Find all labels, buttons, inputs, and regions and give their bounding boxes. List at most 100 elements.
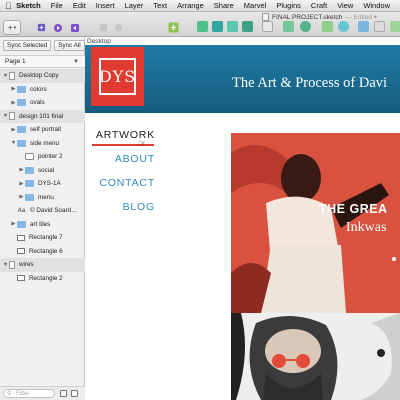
search-icon: ⚲ — [7, 391, 12, 397]
layer-label: art tiles — [30, 220, 51, 228]
subtract-icon[interactable] — [212, 21, 223, 32]
mirror-icon[interactable] — [358, 21, 369, 32]
disclosure-collapsed-icon[interactable]: ▶ — [18, 194, 25, 200]
menu-text[interactable]: Text — [153, 1, 167, 10]
layer-row-david-soard[interactable]: Aa © David Soard… — [0, 204, 85, 218]
layer-row-pointer-2[interactable]: pointer 2 — [0, 150, 85, 164]
sync-all-button[interactable]: Sync All — [54, 40, 85, 51]
layer-row-social[interactable]: ▶ social — [0, 164, 85, 178]
forward-button[interactable] — [51, 20, 65, 35]
layer-row-rectangle-2[interactable]: Rectangle 2 — [0, 272, 85, 286]
layer-label: colors — [30, 85, 47, 93]
layer-label: social — [38, 166, 55, 174]
layer-row-ovals[interactable]: ▶ ovals — [0, 96, 85, 110]
layer-row-colors[interactable]: ▶ colors — [0, 83, 85, 97]
intersect-icon[interactable] — [227, 21, 238, 32]
union-icon[interactable] — [197, 21, 208, 32]
menu-bar:  Sketch File Edit Insert Layer Text Arr… — [0, 0, 400, 12]
disclosure-expanded-icon[interactable]: ▼ — [2, 113, 9, 119]
sidebar-footer: ⚲ Filter — [0, 386, 85, 400]
disclosure-collapsed-icon[interactable]: ▶ — [10, 221, 17, 227]
layer-label: menu — [38, 193, 54, 201]
menu-marvel[interactable]: Marvel — [244, 1, 267, 10]
disclosure-expanded-icon[interactable]: ▼ — [2, 262, 9, 268]
mask-button[interactable] — [112, 20, 124, 35]
nav-about[interactable]: ABOUT — [85, 153, 155, 177]
window-title: FINAL PROJECT.sketch — Edited ▾ — [262, 13, 377, 21]
menu-plugins[interactable]: Plugins — [276, 1, 301, 10]
artboard-icon — [9, 112, 15, 121]
preview-icon[interactable] — [338, 21, 349, 32]
layer-label: self portrait — [30, 126, 62, 134]
rectangle-icon — [17, 234, 25, 241]
layer-row-rectangle-7[interactable]: Rectangle 7 — [0, 231, 85, 245]
artboard-label[interactable]: Desktop — [87, 38, 111, 45]
disclosure-expanded-icon[interactable]: ▼ — [2, 73, 9, 79]
difference-icon[interactable] — [242, 21, 253, 32]
menu-view[interactable]: View — [337, 1, 353, 10]
layer-row-art-tiles[interactable]: ▶ art tiles — [0, 218, 85, 232]
sync-selected-button[interactable]: Sync Selected — [3, 40, 52, 51]
disclosure-collapsed-icon[interactable]: ▶ — [10, 86, 17, 92]
disclosure-collapsed-icon[interactable]: ▶ — [18, 167, 25, 173]
copy-icon[interactable] — [60, 390, 67, 397]
menu-arrange[interactable]: Arrange — [177, 1, 204, 10]
menu-file[interactable]: File — [51, 1, 63, 10]
layers-panel: Sync Selected Sync All Page 1 ▼ ▼ Desktop… — [0, 37, 85, 400]
menu-insert[interactable]: Insert — [96, 1, 115, 10]
backward-icon — [71, 23, 79, 32]
filter-input[interactable]: ⚲ Filter — [3, 389, 55, 398]
menu-layer[interactable]: Layer — [125, 1, 144, 10]
create-symbol-button[interactable] — [35, 20, 47, 35]
second-artwork-tile[interactable] — [231, 313, 400, 400]
edit-icon[interactable] — [71, 390, 78, 397]
layer-row-wires[interactable]: ▼ wires — [0, 258, 85, 272]
chevron-down-icon: ▼ — [73, 59, 79, 65]
canvas[interactable]: Desktop DYS The Art & Process of Davi AR… — [85, 37, 400, 400]
site-header[interactable]: DYS The Art & Process of Davi — [85, 45, 400, 113]
sync-controls: Sync Selected Sync All — [3, 40, 85, 51]
backward-button[interactable] — [68, 20, 82, 35]
nav-blog[interactable]: BLOG — [85, 201, 155, 225]
layer-row-dys-1a[interactable]: ▶ DYS-1A — [0, 177, 85, 191]
menu-edit[interactable]: Edit — [73, 1, 86, 10]
insert-button[interactable]: + ▾ — [3, 20, 21, 35]
pointer-cursor-icon: ☞ — [138, 138, 147, 148]
edit-icon[interactable] — [262, 21, 273, 32]
site-logo[interactable]: DYS — [91, 47, 144, 106]
export-icon[interactable] — [390, 21, 400, 32]
layer-row-rectangle-6[interactable]: Rectangle 6 — [0, 245, 85, 259]
apple-menu-icon[interactable]:  — [5, 1, 16, 11]
page-selector[interactable]: Page 1 ▼ — [0, 55, 85, 68]
menu-window[interactable]: Window — [363, 1, 390, 10]
disclosure-expanded-icon[interactable]: ▼ — [10, 140, 17, 146]
nav-contact[interactable]: CONTACT — [85, 177, 155, 201]
layer-row-design-101-final[interactable]: ▼ design 101 final — [0, 109, 85, 123]
menu-share[interactable]: Share — [214, 1, 234, 10]
site-title[interactable]: The Art & Process of Davi — [232, 75, 387, 92]
flatten-button[interactable] — [97, 20, 109, 35]
scale-icon[interactable] — [322, 21, 333, 32]
disclosure-collapsed-icon[interactable]: ▶ — [18, 181, 25, 187]
folder-icon — [17, 85, 26, 93]
menu-app-name[interactable]: Sketch — [16, 1, 41, 10]
folder-icon — [25, 166, 34, 174]
layer-row-side-menu[interactable]: ▼ side menu — [0, 137, 85, 151]
craft-button[interactable] — [166, 20, 180, 35]
hero-artwork-tile[interactable]: THE GREA Inkwas — [231, 133, 400, 313]
craft-icon — [168, 22, 178, 33]
layer-label: Desktop Copy — [19, 72, 59, 80]
disclosure-collapsed-icon[interactable]: ▶ — [10, 127, 17, 133]
edited-indicator[interactable]: — Edited ▾ — [345, 13, 377, 21]
layer-row-desktop-copy[interactable]: ▼ Desktop Copy — [0, 69, 85, 83]
plus-icon: + — [7, 23, 13, 32]
menu-craft[interactable]: Craft — [311, 1, 327, 10]
cloud-icon[interactable] — [374, 21, 385, 32]
layer-row-self-portrait[interactable]: ▶ self portrait — [0, 123, 85, 137]
disclosure-collapsed-icon[interactable]: ▶ — [10, 100, 17, 106]
toolbar: FINAL PROJECT.sketch — Edited ▾ + ▾ — [0, 12, 400, 37]
layer-row-menu[interactable]: ▶ menu — [0, 191, 85, 205]
rotate-icon[interactable] — [300, 21, 311, 32]
transform-icon[interactable] — [283, 21, 294, 32]
layer-label: Rectangle 6 — [29, 247, 63, 255]
